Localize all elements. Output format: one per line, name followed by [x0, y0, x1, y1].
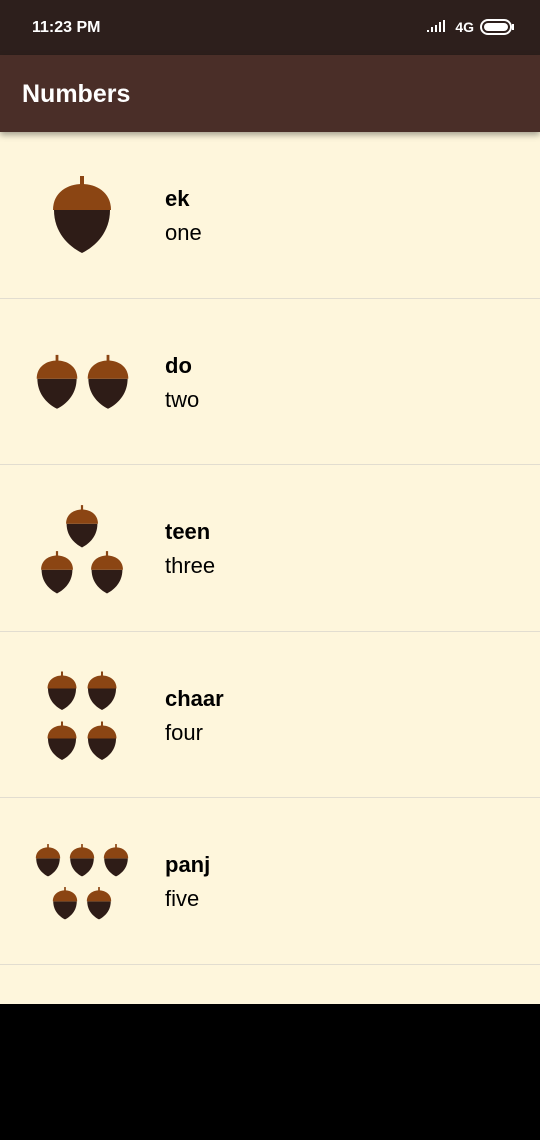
word-english: one	[165, 220, 202, 245]
app-bar: Numbers	[0, 55, 540, 132]
acorn-icon	[66, 505, 98, 548]
page-title: Numbers	[22, 80, 131, 108]
acorn-5-icon	[0, 798, 165, 964]
word-hindi: do	[165, 352, 192, 378]
acorn-icon	[35, 844, 61, 877]
acorn-icon	[41, 551, 73, 594]
battery-icon	[480, 18, 516, 36]
status-time: 11:23 PM	[32, 19, 101, 36]
acorn-icon	[87, 671, 117, 710]
list-item[interactable]: chaar four	[0, 632, 540, 798]
word-english: two	[165, 386, 200, 412]
word-english: four	[165, 719, 203, 745]
list-item[interactable]: teen three	[0, 465, 540, 632]
word-hindi: teen	[165, 519, 211, 544]
navigation-area	[0, 1004, 540, 1140]
status-icons: 4G	[427, 18, 516, 36]
acorn-icon	[91, 551, 123, 594]
acorn-icon	[103, 844, 129, 877]
acorn-icon	[47, 671, 77, 710]
signal-icon	[427, 19, 449, 35]
acorn-icon	[69, 844, 95, 877]
list-item[interactable]: ek one	[0, 132, 540, 299]
list-item[interactable]: panj five	[0, 798, 540, 965]
numbers-list: ek one do two teen three chaar four panj…	[0, 132, 540, 1004]
word-english: three	[165, 553, 216, 578]
network-type: 4G	[455, 19, 474, 35]
word-english: five	[165, 886, 200, 911]
acorn-2-icon	[0, 299, 165, 465]
word-hindi: panj	[165, 852, 211, 877]
acorn-3-icon	[0, 465, 165, 631]
word-hindi: ek	[165, 186, 190, 211]
acorn-1-icon	[0, 132, 165, 298]
list-item[interactable]: do two	[0, 299, 540, 465]
status-bar: 11:23 PM 4G	[0, 0, 540, 55]
acorn-4-icon	[0, 632, 165, 798]
acorn-icon	[86, 887, 112, 920]
acorn-icon	[53, 176, 111, 253]
word-hindi: chaar	[165, 685, 224, 711]
acorn-icon	[52, 887, 78, 920]
acorn-icon	[87, 721, 117, 760]
acorn-icon	[47, 721, 77, 760]
acorn-icon	[36, 354, 78, 409]
acorn-icon	[87, 354, 129, 409]
